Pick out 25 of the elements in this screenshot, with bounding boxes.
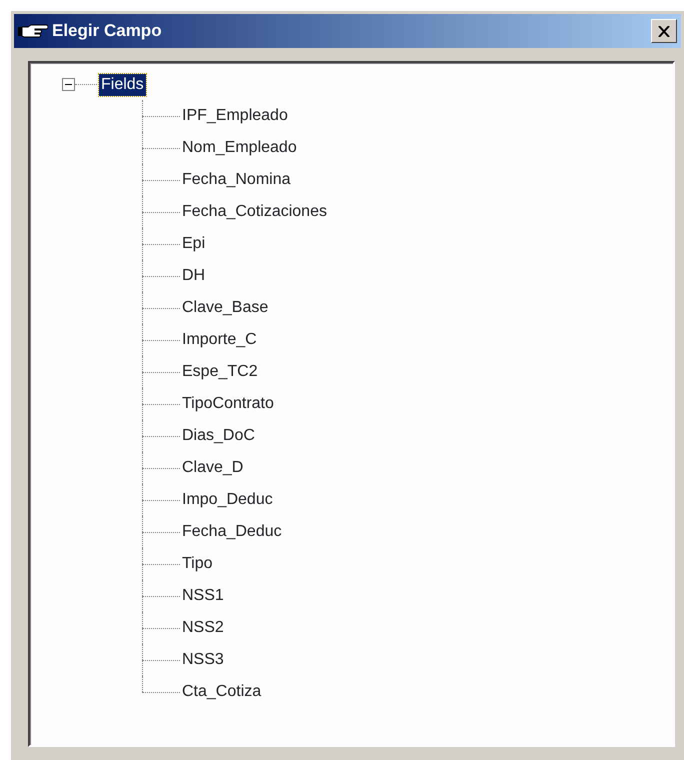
tree-item[interactable]: Tipo <box>180 553 215 575</box>
tree-item[interactable]: NSS2 <box>180 617 226 639</box>
tree-item[interactable]: Importe_C <box>180 329 259 351</box>
tree-item[interactable]: Dias_DoC <box>180 425 257 447</box>
tree-item[interactable]: DH <box>180 265 208 287</box>
tree-item[interactable]: Clave_D <box>180 457 246 479</box>
tree-item[interactable]: Cta_Cotiza <box>180 681 264 703</box>
tree-item[interactable]: NSS1 <box>180 585 226 607</box>
pointing-hand-icon <box>18 23 48 39</box>
collapse-icon[interactable] <box>62 78 75 91</box>
tree-item[interactable]: Clave_Base <box>180 297 270 319</box>
tree-item[interactable]: Fecha_Nomina <box>180 169 292 191</box>
tree-item[interactable]: Impo_Deduc <box>180 489 275 511</box>
tree-item[interactable]: Epi <box>180 233 208 255</box>
tree-item[interactable]: Espe_TC2 <box>180 361 260 383</box>
tree-item[interactable]: TipoContrato <box>180 393 276 415</box>
tree-node[interactable]: Fields <box>99 74 146 96</box>
tree-item[interactable]: NSS3 <box>180 649 226 671</box>
tree-item[interactable]: Fecha_Cotizaciones <box>180 201 329 223</box>
close-icon <box>658 26 670 36</box>
tree-item[interactable]: Nom_Empleado <box>180 137 299 159</box>
window-title: Elegir Campo <box>52 20 162 42</box>
tree-item[interactable]: Fecha_Deduc <box>180 521 284 543</box>
tree-item[interactable]: IPF_Empleado <box>180 105 290 127</box>
close-button[interactable] <box>651 19 677 43</box>
